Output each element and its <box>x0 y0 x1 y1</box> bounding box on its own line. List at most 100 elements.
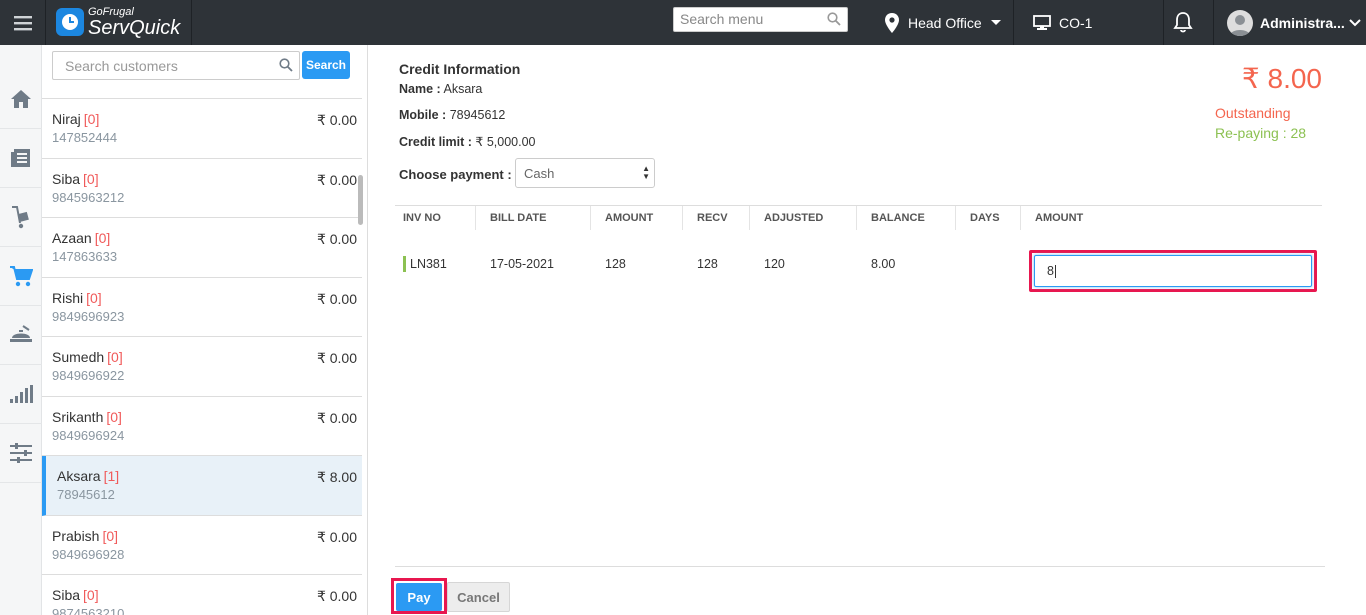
customer-balance: ₹ 0.00 <box>316 409 357 426</box>
cell-recv: 128 <box>697 257 718 271</box>
clock-icon <box>56 8 84 36</box>
table-top-border <box>395 205 1322 206</box>
list-item[interactable]: Prabish [0] 9849696928 ₹ 0.00 <box>42 516 362 575</box>
hamburger-icon <box>13 15 32 30</box>
cell-balance: 8.00 <box>871 257 896 271</box>
logo-big-text: ServQuick <box>88 16 181 39</box>
customer-phone: 147852444 <box>52 130 118 145</box>
col-amount: AMOUNT <box>605 212 654 224</box>
bell-icon <box>1173 12 1193 33</box>
map-pin-icon <box>885 12 899 33</box>
monitor-icon <box>1033 14 1051 30</box>
customer-balance: ₹ 0.00 <box>316 290 357 307</box>
chevron-down-icon <box>990 19 1001 25</box>
customer-name: Srikanth [0] <box>52 409 352 425</box>
nav-delivery[interactable] <box>0 188 42 247</box>
search-icon <box>827 12 841 26</box>
customer-mobile-line: Mobile : 78945612 <box>399 108 505 122</box>
nav-catalog[interactable] <box>0 129 42 188</box>
customer-list-scrollbar[interactable] <box>358 175 363 225</box>
payment-method-select[interactable]: Cash ▲ ▼ <box>515 158 655 188</box>
location-selector[interactable]: Head Office <box>885 0 1001 45</box>
list-item[interactable]: Siba [0] 9874563210 ₹ 0.00 <box>42 575 362 615</box>
payment-method-value: Cash <box>524 166 555 181</box>
list-item[interactable]: Rishi [0] 9849696923 ₹ 0.00 <box>42 278 362 337</box>
customer-search-button[interactable]: Search <box>302 51 350 79</box>
col-pay-amount: AMOUNT <box>1035 212 1084 224</box>
customer-phone: 9849696923 <box>52 308 125 324</box>
list-item[interactable]: Aksara [1] 78945612 ₹ 8.00 <box>42 456 362 516</box>
customer-name-text: Prabish <box>52 527 100 544</box>
customer-name-text: Rishi <box>52 289 84 306</box>
customer-balance: ₹ 0.00 <box>316 588 357 604</box>
mobile-value: 78945612 <box>449 108 506 122</box>
hamburger-menu-button[interactable] <box>0 0 46 45</box>
side-nav <box>0 45 42 615</box>
top-bar: GoFrugal ServQuick Search menu Head Offi… <box>0 0 1366 45</box>
cell-amount: 128 <box>605 257 626 271</box>
customer-search-input[interactable]: Search customers <box>52 51 300 80</box>
outstanding-amount: ₹ 8.00 <box>1241 63 1322 94</box>
credit-limit-line: Credit limit : ₹ 5,000.00 <box>399 134 536 149</box>
settings-icon <box>10 443 32 463</box>
customer-phone: 9849696928 <box>52 546 125 562</box>
customer-bill-count: [0] <box>83 111 100 127</box>
customer-balance: ₹ 0.00 <box>316 528 357 545</box>
row-status-marker <box>403 256 406 272</box>
customer-list[interactable]: Niraj [0] 147852444 ₹ 0.00 Siba [0] 9845963212… <box>42 98 362 615</box>
notifications-button[interactable] <box>1173 11 1193 38</box>
user-menu[interactable]: Administra... <box>1227 0 1361 45</box>
customer-balance: ₹ 0.00 <box>316 171 357 188</box>
page-title: Credit Information <box>399 61 521 77</box>
customer-name: Siba [0] <box>52 171 352 187</box>
cell-adjusted: 120 <box>764 257 785 271</box>
select-arrows-icon: ▲ ▼ <box>642 164 650 181</box>
chevron-down-icon <box>1349 18 1361 26</box>
pay-button[interactable]: Pay <box>396 583 442 611</box>
nav-reports[interactable] <box>0 365 42 424</box>
nav-kitchen[interactable] <box>0 306 42 365</box>
col-adjusted: ADJUSTED <box>764 212 824 224</box>
customer-name-line: Name : Aksara <box>399 82 482 96</box>
cancel-button[interactable]: Cancel <box>447 582 510 612</box>
customer-name: Niraj [0] <box>52 111 352 127</box>
customer-phone: 147863633 <box>52 249 118 264</box>
customer-phone: 9874563210 <box>52 606 125 615</box>
counter-selector[interactable]: CO-1 <box>1033 0 1092 45</box>
list-item[interactable]: Azaan [0] 147863633 ₹ 0.00 <box>42 218 362 278</box>
name-value: Aksara <box>443 82 483 96</box>
credit-limit-label: Credit limit : <box>399 135 472 149</box>
customer-name: Aksara [1] <box>57 468 352 484</box>
location-label: Head Office <box>908 14 982 31</box>
choose-payment-label: Choose payment : <box>399 167 512 182</box>
pay-amount-input[interactable]: 8 <box>1034 255 1312 287</box>
nav-billing[interactable] <box>0 247 42 306</box>
nav-home[interactable] <box>0 70 42 129</box>
list-item[interactable]: Sumedh [0] 9849696922 ₹ 0.00 <box>42 337 362 397</box>
customer-name: Siba [0] <box>52 587 352 603</box>
counter-label: CO-1 <box>1059 14 1093 31</box>
search-icon <box>279 58 293 72</box>
col-balance: BALANCE <box>871 212 925 224</box>
customer-bill-count: [0] <box>83 170 99 187</box>
list-item[interactable]: Niraj [0] 147852444 ₹ 0.00 <box>42 99 362 159</box>
cart-icon <box>10 266 33 287</box>
kitchen-icon <box>10 325 32 342</box>
repaying-label: Re-paying : 28 <box>1215 125 1307 141</box>
logo-small-text: GoFrugal <box>88 5 134 18</box>
customer-name-text: Srikanth <box>52 408 104 425</box>
customer-phone: 78945612 <box>57 487 115 502</box>
customer-search-placeholder: Search customers <box>65 58 178 74</box>
customer-name-text: Aksara <box>57 468 101 484</box>
search-menu-input[interactable]: Search menu <box>673 7 848 32</box>
customer-name: Rishi [0] <box>52 290 352 306</box>
user-name: Administra... <box>1260 14 1345 31</box>
reports-icon <box>10 385 33 403</box>
outstanding-label: Outstanding <box>1215 105 1291 121</box>
nav-settings[interactable] <box>0 424 42 483</box>
list-item[interactable]: Srikanth [0] 9849696924 ₹ 0.00 <box>42 397 362 456</box>
customer-panel: Search customers Search Niraj [0] 14785244… <box>42 45 368 615</box>
customer-name: Sumedh [0] <box>52 349 352 365</box>
cell-bill-date: 17-05-2021 <box>490 257 554 271</box>
list-item[interactable]: Siba [0] 9845963212 ₹ 0.00 <box>42 159 362 218</box>
